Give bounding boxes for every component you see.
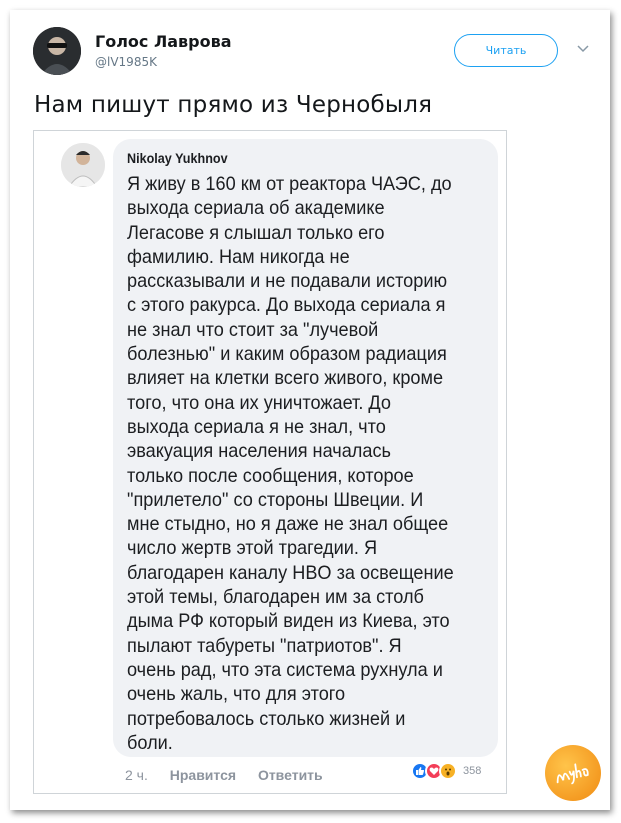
- comment-time: 2 ч.: [125, 767, 148, 783]
- author-name[interactable]: Голос Лаврова: [95, 32, 232, 51]
- watermark-logo-script: [556, 763, 589, 785]
- follow-button[interactable]: Читать: [454, 34, 558, 67]
- comment-body: Я живу в 160 км от реактора ЧАЭС, до вых…: [127, 173, 454, 754]
- author-avatar[interactable]: [33, 27, 81, 75]
- tweet-text: Нам пишут прямо из Чернобыля: [34, 92, 433, 118]
- wow-icon: [439, 762, 457, 780]
- author-handle[interactable]: @lV1985K: [95, 55, 157, 69]
- embedded-screenshot[interactable]: Nikolay Yukhnov Я живу в 160 км от реакт…: [33, 130, 507, 794]
- comment-bubble: Nikolay Yukhnov Я живу в 160 км от реакт…: [113, 139, 498, 757]
- like-link[interactable]: Нравится: [170, 767, 236, 783]
- reactions-summary[interactable]: 358: [411, 761, 484, 781]
- author-avatar-image: [33, 27, 81, 75]
- reaction-count[interactable]: 358: [461, 765, 484, 777]
- screenshot-frame: Голос Лаврова @lV1985K Читать Нам пишут …: [10, 10, 610, 810]
- commenter-avatar-image: [61, 143, 105, 187]
- reply-link[interactable]: Ответить: [258, 767, 323, 783]
- comment-actions: 2 ч. Нравится Ответить: [125, 767, 341, 783]
- commenter-avatar: [61, 143, 105, 187]
- chevron-down-icon[interactable]: [577, 44, 589, 54]
- commenter-name: Nikolay Yukhnov: [127, 150, 228, 166]
